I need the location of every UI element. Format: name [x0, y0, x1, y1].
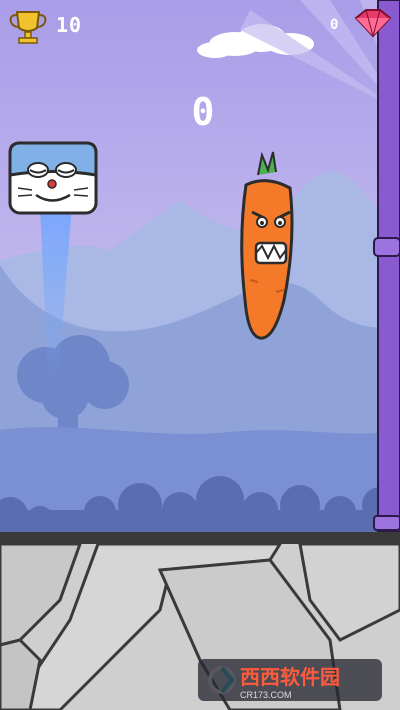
watermark-brand: 西西软件园 [240, 664, 340, 689]
score-display: 0 [191, 90, 215, 134]
watermark-site: CR173.COM [240, 689, 292, 700]
trophy-count: 10 [56, 13, 83, 37]
pillar [373, 0, 400, 533]
cat-block-player[interactable] [8, 141, 98, 215]
watermark: 西西软件园 CR173.COM [198, 659, 382, 701]
gem-count: 0 [330, 17, 339, 33]
ground-edge [0, 532, 400, 544]
